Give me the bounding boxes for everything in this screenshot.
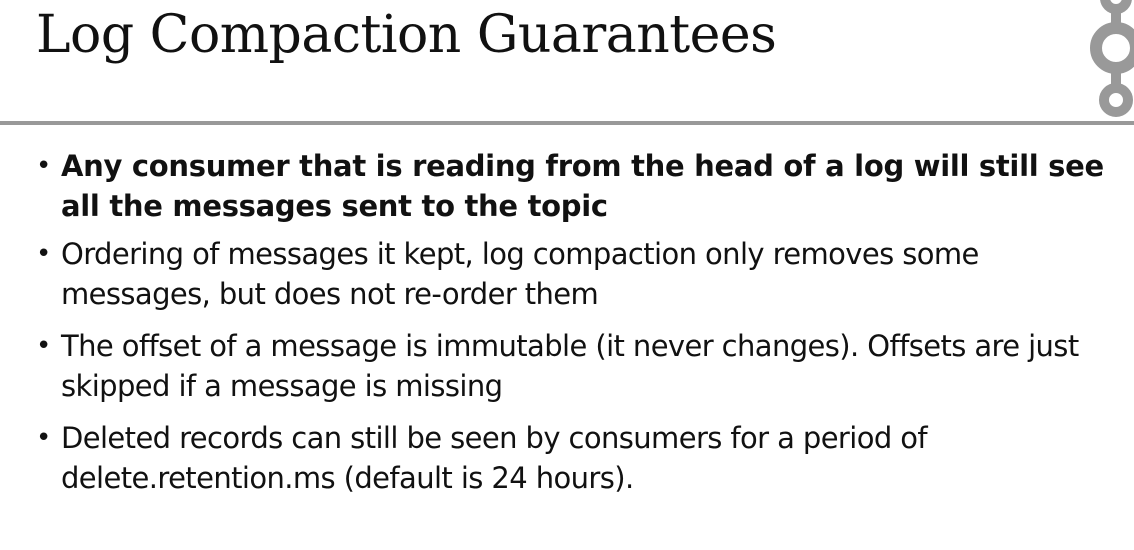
title-divider [0,121,1134,125]
bullet-dot: • [36,239,51,269]
bullet-text: The offset of a message is immutable (it… [61,329,1079,403]
bullet-text: Any consumer that is reading from the he… [61,149,1104,223]
kafka-logo-icon [1090,0,1134,117]
bullet-dot: • [36,423,51,453]
bullet-dot: • [36,151,52,181]
bullet-text: Deleted records can still be seen by con… [61,421,928,495]
bullet-item: • Deleted records can still be seen by c… [36,418,1116,498]
bullet-item: • Any consumer that is reading from the … [36,146,1116,226]
bullet-text: Ordering of messages it kept, log compac… [61,237,979,311]
bullet-list: • Any consumer that is reading from the … [36,146,1116,510]
bullet-item: • Ordering of messages it kept, log comp… [36,234,1116,314]
bullet-item: • The offset of a message is immutable (… [36,326,1116,406]
slide-title: Log Compaction Guarantees [36,5,777,65]
bullet-dot: • [36,331,51,361]
